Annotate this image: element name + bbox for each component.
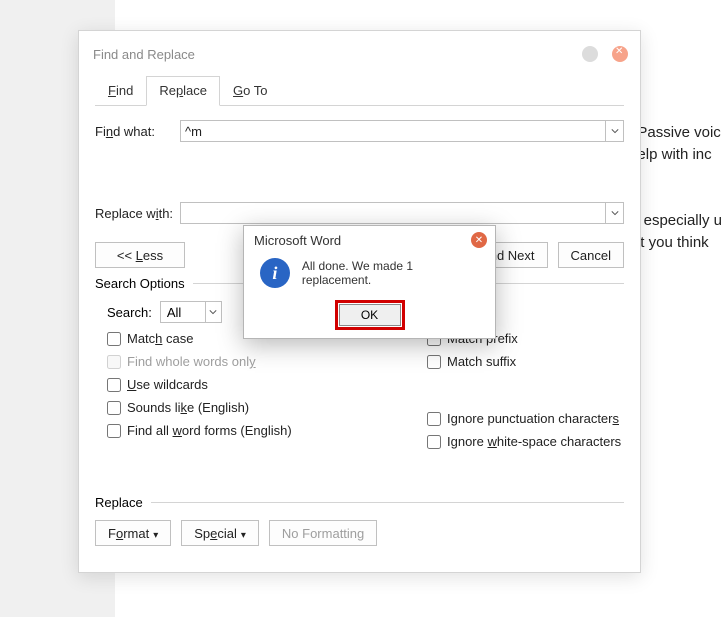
match-suffix-label: Match suffix <box>447 354 516 369</box>
sounds-like-checkbox[interactable] <box>107 401 121 415</box>
ignore-punct-label: Ignore punctuation characters <box>447 411 619 426</box>
message-box: Microsoft Word ✕ i All done. We made 1 r… <box>243 225 496 339</box>
word-forms-label: Find all word forms (English) <box>127 423 292 438</box>
document-text: . Passive voic help with inc 's especial… <box>629 122 722 254</box>
find-value: ^m <box>185 124 202 139</box>
caret-down-icon: ▾ <box>153 530 158 541</box>
ok-highlight: OK <box>335 300 405 330</box>
replace-section-label: Replace <box>95 495 143 510</box>
whole-words-label: Find whole words only <box>127 354 256 369</box>
search-options-label: Search Options <box>95 276 185 291</box>
tab-replace[interactable]: Replace <box>146 76 220 106</box>
format-button[interactable]: Format▾ <box>95 520 171 546</box>
wildcards-label: Use wildcards <box>127 377 208 392</box>
special-button[interactable]: Special▾ <box>181 520 259 546</box>
tab-goto[interactable]: Go To <box>220 76 280 106</box>
ignore-punct-checkbox[interactable] <box>427 412 441 426</box>
msgbox-title: Microsoft Word <box>254 233 341 248</box>
sounds-like-label: Sounds like (English) <box>127 400 249 415</box>
match-case-checkbox[interactable] <box>107 332 121 346</box>
search-direction-label: Search: <box>107 305 152 320</box>
chevron-down-icon[interactable] <box>205 302 221 322</box>
close-icon[interactable] <box>612 46 628 62</box>
whole-words-checkbox <box>107 355 121 369</box>
tab-bar: Find Replace Go To <box>95 75 624 106</box>
less-button[interactable]: << Less <box>95 242 185 268</box>
msgbox-text: All done. We made 1 replacement. <box>302 259 485 287</box>
help-icon[interactable] <box>582 46 598 62</box>
caret-down-icon: ▾ <box>241 530 246 541</box>
ignore-ws-label: Ignore white-space characters <box>447 434 621 449</box>
dialog-title: Find and Replace <box>93 47 195 62</box>
msgbox-close-icon[interactable]: ✕ <box>471 232 487 248</box>
replace-with-input[interactable] <box>180 202 624 224</box>
find-what-label: Find what: <box>95 124 180 139</box>
ignore-ws-checkbox[interactable] <box>427 435 441 449</box>
find-what-input[interactable]: ^m <box>180 120 624 142</box>
tab-find[interactable]: Find <box>95 76 146 106</box>
replace-with-label: Replace with: <box>95 206 180 221</box>
search-direction-select[interactable]: All <box>160 301 222 323</box>
match-case-label: Match case <box>127 331 193 346</box>
wildcards-checkbox[interactable] <box>107 378 121 392</box>
ok-button[interactable]: OK <box>339 304 401 326</box>
match-suffix-checkbox[interactable] <box>427 355 441 369</box>
cancel-button[interactable]: Cancel <box>558 242 624 268</box>
chevron-down-icon[interactable] <box>605 203 623 223</box>
chevron-down-icon[interactable] <box>605 121 623 141</box>
info-icon: i <box>260 258 290 288</box>
no-formatting-button: No Formatting <box>269 520 377 546</box>
word-forms-checkbox[interactable] <box>107 424 121 438</box>
